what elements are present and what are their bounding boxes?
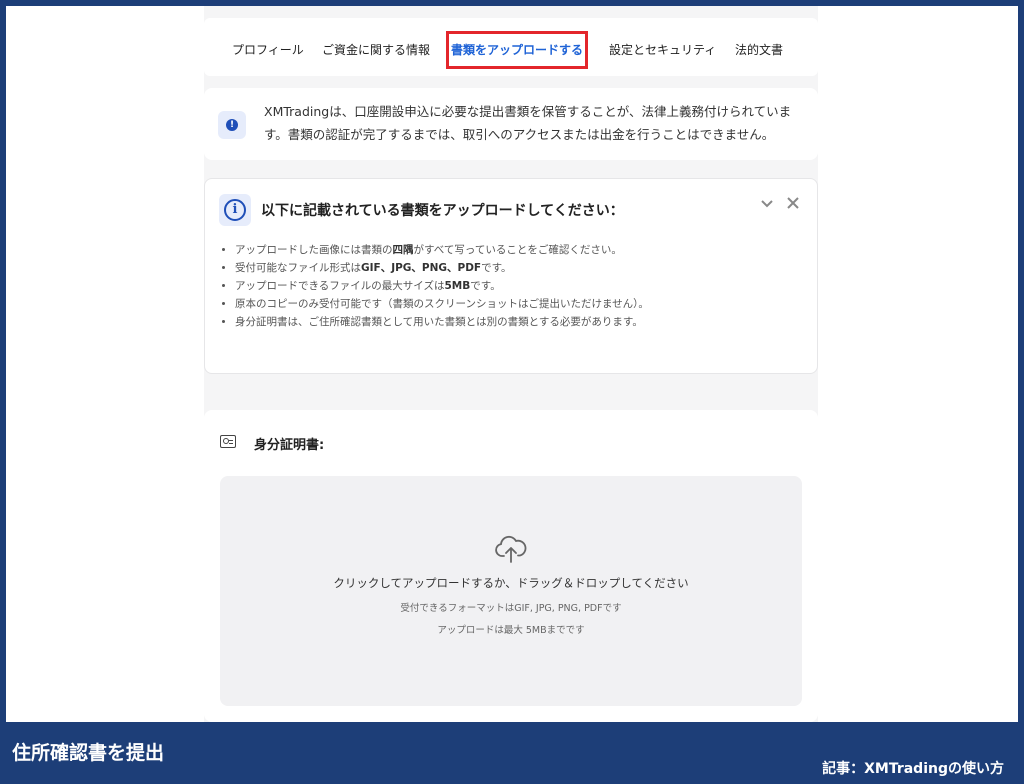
upload-instructions-card: i 以下に記載されている書類をアップロードしてください： アップロードした画像に… (204, 178, 818, 374)
notice-badge: ! (218, 111, 246, 139)
info-icon: i (224, 199, 246, 221)
notice-text: XMTradingは、口座開設申込に必要な提出書類を保管することが、法律上義務付… (264, 104, 792, 142)
file-dropzone[interactable]: クリックしてアップロードするか、ドラッグ＆ドロップしてください 受付できるフォー… (220, 476, 802, 706)
tab-bar: プロフィール ご資金に関する情報 書類をアップロードする 設定とセキュリティ 法… (204, 18, 818, 76)
tab-upload-documents[interactable]: 書類をアップロードする (446, 31, 588, 69)
instructions-list: アップロードした画像には書類の四隅がすべて写っていることをご確認ください。 受付… (221, 241, 815, 331)
list-item: アップロードした画像には書類の四隅がすべて写っていることをご確認ください。 (235, 241, 815, 259)
chevron-down-icon[interactable] (760, 195, 774, 214)
caption-title: 住所確認書を提出 (12, 742, 165, 764)
alert-icon: ! (226, 119, 238, 131)
list-item: 原本のコピーのみ受付可能です（書類のスクリーンショットはご提出いただけません）。 (235, 295, 815, 313)
account-page-column: プロフィール ご資金に関する情報 書類をアップロードする 設定とセキュリティ 法… (204, 6, 818, 722)
list-item: 身分証明書は、ご住所確認書類として用いた書類とは別の書類とする必要があります。 (235, 313, 815, 331)
instructions-title: 以下に記載されている書類をアップロードしてください： (261, 203, 624, 219)
identity-document-card: 身分証明書: クリックしてアップロードするか、ドラッグ＆ドロップしてください 受… (204, 410, 818, 722)
tab-settings-security[interactable]: 設定とセキュリティ (609, 31, 716, 69)
list-item: 受付可能なファイル形式はGIF、JPG、PNG、PDFです。 (235, 259, 815, 277)
id-card-icon (220, 435, 236, 448)
article-credit: 記事：XMTradingの使い方 (822, 761, 1004, 777)
dropzone-max-size: アップロードは最大 5MBまでです (437, 625, 585, 636)
tab-profile[interactable]: プロフィール (232, 31, 304, 69)
tab-funds-info[interactable]: ご資金に関する情報 (322, 31, 430, 69)
screenshot-frame: プロフィール ご資金に関する情報 書類をアップロードする 設定とセキュリティ 法… (6, 6, 1018, 722)
dropzone-formats: 受付できるフォーマットはGIF, JPG, PNG, PDFです (400, 603, 622, 614)
identity-document-label: 身分証明書: (254, 438, 325, 453)
info-badge: i (219, 194, 251, 226)
legal-notice-card: ! XMTradingは、口座開設申込に必要な提出書類を保管することが、法律上義… (204, 88, 818, 160)
list-item: アップロードできるファイルの最大サイズは5MBです。 (235, 277, 815, 295)
tab-legal-documents[interactable]: 法的文書 (735, 31, 783, 69)
cloud-upload-icon (495, 534, 527, 568)
close-icon[interactable] (786, 195, 800, 214)
dropzone-instruction: クリックしてアップロードするか、ドラッグ＆ドロップしてください (333, 576, 689, 590)
